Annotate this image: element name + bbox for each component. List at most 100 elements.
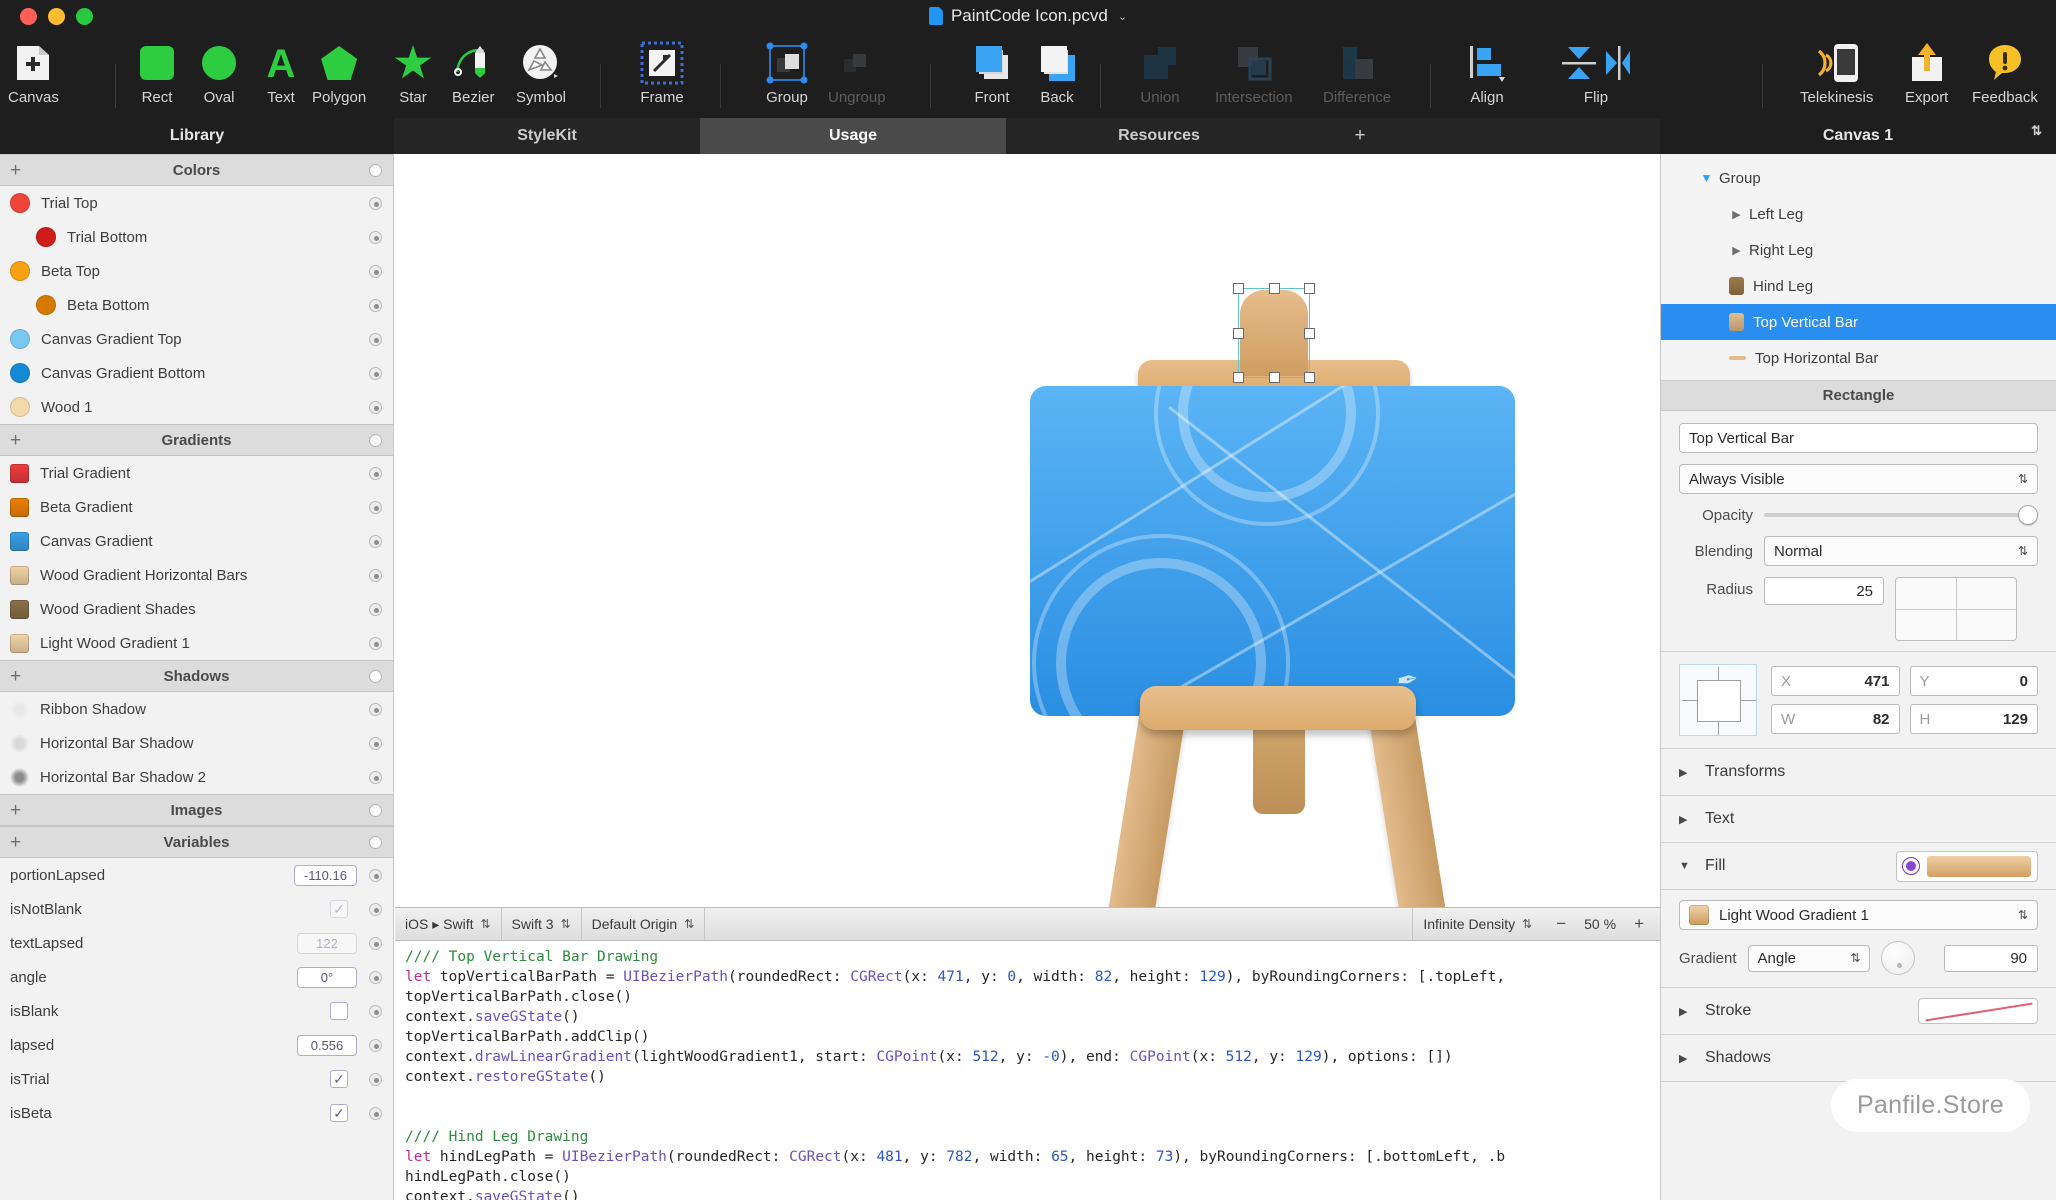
- color-swatch[interactable]: [10, 329, 30, 349]
- library-item[interactable]: Wood 1: [0, 390, 393, 424]
- resize-handle-top-left[interactable]: [1232, 283, 1244, 294]
- variable-row[interactable]: angle 0°: [0, 960, 393, 994]
- variable-row[interactable]: portionLapsed -110.16: [0, 858, 393, 892]
- chevron-right-icon[interactable]: ▶: [1729, 244, 1744, 257]
- radius-input[interactable]: 25: [1764, 577, 1884, 605]
- section-options-icon[interactable]: [369, 835, 382, 849]
- item-options-icon[interactable]: [369, 602, 382, 616]
- toolbar-button-frame[interactable]: Frame: [640, 28, 684, 118]
- library-section-images[interactable]: + Images: [0, 794, 393, 826]
- y-position-input[interactable]: Y 0: [1909, 666, 2038, 696]
- item-options-icon[interactable]: [369, 332, 382, 346]
- gradient-swatch[interactable]: [10, 599, 29, 619]
- item-options-icon[interactable]: [369, 230, 382, 244]
- variable-options-icon[interactable]: [369, 1004, 382, 1018]
- variable-value-input[interactable]: 122: [297, 932, 357, 954]
- toolbar-button-symbol[interactable]: Symbol: [516, 28, 566, 118]
- layer-tree-item-top-horizontal-bar[interactable]: Top Horizontal Bar: [1661, 340, 2056, 376]
- gradient-angle-dial[interactable]: [1880, 941, 1915, 975]
- item-options-icon[interactable]: [369, 736, 382, 750]
- fill-swatch-button[interactable]: [1896, 850, 2038, 882]
- variable-row[interactable]: lapsed 0.556: [0, 1028, 393, 1062]
- library-item[interactable]: Canvas Gradient Top: [0, 322, 393, 356]
- resize-handle-middle-right[interactable]: [1303, 328, 1315, 339]
- library-item[interactable]: Beta Top: [0, 254, 393, 288]
- toolbar-button-polygon[interactable]: Polygon: [312, 28, 366, 118]
- transforms-section-header[interactable]: ▶ Transforms: [1661, 749, 2056, 796]
- variable-options-icon[interactable]: [369, 936, 382, 950]
- opacity-slider[interactable]: [1764, 505, 2038, 525]
- variable-row[interactable]: isTrial ✓: [0, 1062, 393, 1096]
- shadow-swatch[interactable]: [10, 767, 29, 787]
- right-leg-shape[interactable]: [1367, 708, 1448, 907]
- tab-usage[interactable]: Usage: [700, 118, 1006, 154]
- variable-options-icon[interactable]: [369, 1106, 382, 1120]
- item-options-icon[interactable]: [369, 196, 382, 210]
- tab-add[interactable]: +: [1312, 118, 1408, 154]
- library-item[interactable]: Wood Gradient Shades: [0, 592, 393, 626]
- width-input[interactable]: W 82: [1771, 704, 1900, 734]
- library-item[interactable]: Horizontal Bar Shadow: [0, 726, 393, 760]
- library-section-gradients[interactable]: + Gradients: [0, 424, 393, 456]
- tab-stylekit[interactable]: StyleKit: [394, 118, 700, 154]
- section-options-icon[interactable]: [369, 433, 382, 447]
- section-options-icon[interactable]: [369, 669, 382, 683]
- resize-handle-middle-left[interactable]: [1232, 328, 1244, 339]
- toolbar-button-group[interactable]: Group: [765, 28, 809, 118]
- toolbar-button-rect[interactable]: Rect: [140, 28, 174, 118]
- item-options-icon[interactable]: [369, 702, 382, 716]
- tab-resources[interactable]: Resources: [1006, 118, 1312, 154]
- library-item[interactable]: Light Wood Gradient 1: [0, 626, 393, 660]
- item-options-icon[interactable]: [369, 534, 382, 548]
- color-swatch[interactable]: [10, 261, 30, 281]
- toolbar-button-align[interactable]: Align: [1465, 28, 1509, 118]
- item-options-icon[interactable]: [369, 770, 382, 784]
- chevron-down-icon[interactable]: ▼: [1699, 171, 1714, 185]
- stroke-section-header[interactable]: ▶ Stroke: [1661, 988, 2056, 1035]
- language-select[interactable]: Swift 3 ⇅: [502, 907, 582, 941]
- color-swatch[interactable]: [36, 227, 56, 247]
- blending-select[interactable]: Normal ⇅: [1764, 536, 2038, 566]
- toolbar-button-star[interactable]: Star: [394, 28, 432, 118]
- canvas-board-shape[interactable]: ✒︎: [1029, 386, 1515, 716]
- variable-value-input[interactable]: 0°: [297, 966, 357, 988]
- add-item-icon[interactable]: +: [10, 667, 21, 686]
- toolbar-button-flip[interactable]: Flip: [1560, 28, 1632, 118]
- origin-select[interactable]: Default Origin ⇅: [582, 907, 706, 941]
- library-item[interactable]: Canvas Gradient: [0, 524, 393, 558]
- variable-row[interactable]: isNotBlank ✓: [0, 892, 393, 926]
- library-section-shadows[interactable]: + Shadows: [0, 660, 393, 692]
- library-item[interactable]: Horizontal Bar Shadow 2: [0, 760, 393, 794]
- library-item[interactable]: Wood Gradient Horizontal Bars: [0, 558, 393, 592]
- item-options-icon[interactable]: [369, 298, 382, 312]
- fill-section-header[interactable]: ▼ Fill: [1661, 843, 2056, 890]
- color-swatch[interactable]: [10, 397, 30, 417]
- corner-radius-selector[interactable]: [1895, 577, 2017, 641]
- layer-tree-item-right-leg[interactable]: ▶ Right Leg: [1661, 232, 2056, 268]
- item-options-icon[interactable]: [369, 568, 382, 582]
- chevron-down-icon[interactable]: ⌄: [1118, 10, 1127, 23]
- density-select[interactable]: Infinite Density ⇅: [1412, 907, 1542, 941]
- toolbar-button-canvas[interactable]: Canvas: [8, 28, 59, 118]
- variable-options-icon[interactable]: [369, 1072, 382, 1086]
- shadows-section-header[interactable]: ▶ Shadows: [1661, 1035, 2056, 1082]
- variable-checkbox[interactable]: [330, 1002, 348, 1020]
- toolbar-button-back[interactable]: Back: [1035, 28, 1079, 118]
- item-options-icon[interactable]: [369, 400, 382, 414]
- variable-options-icon[interactable]: [369, 1038, 382, 1052]
- x-position-input[interactable]: X 471: [1771, 666, 1900, 696]
- text-section-header[interactable]: ▶ Text: [1661, 796, 2056, 843]
- variable-row[interactable]: isBeta ✓: [0, 1096, 393, 1130]
- variable-options-icon[interactable]: [369, 868, 382, 882]
- library-section-variables[interactable]: + Variables: [0, 826, 393, 858]
- variable-value-input[interactable]: 0.556: [297, 1034, 357, 1056]
- layer-tree-item-group[interactable]: ▼ Group: [1661, 160, 2056, 196]
- shape-name-input[interactable]: Top Vertical Bar: [1679, 423, 2038, 453]
- left-leg-shape[interactable]: [1105, 708, 1186, 907]
- library-item[interactable]: Trial Bottom: [0, 220, 393, 254]
- add-item-icon[interactable]: +: [10, 833, 21, 852]
- library-item[interactable]: Beta Gradient: [0, 490, 393, 524]
- library-item[interactable]: Beta Bottom: [0, 288, 393, 322]
- gradient-angle-input[interactable]: 90: [1944, 944, 2038, 972]
- gradient-swatch[interactable]: [10, 463, 29, 483]
